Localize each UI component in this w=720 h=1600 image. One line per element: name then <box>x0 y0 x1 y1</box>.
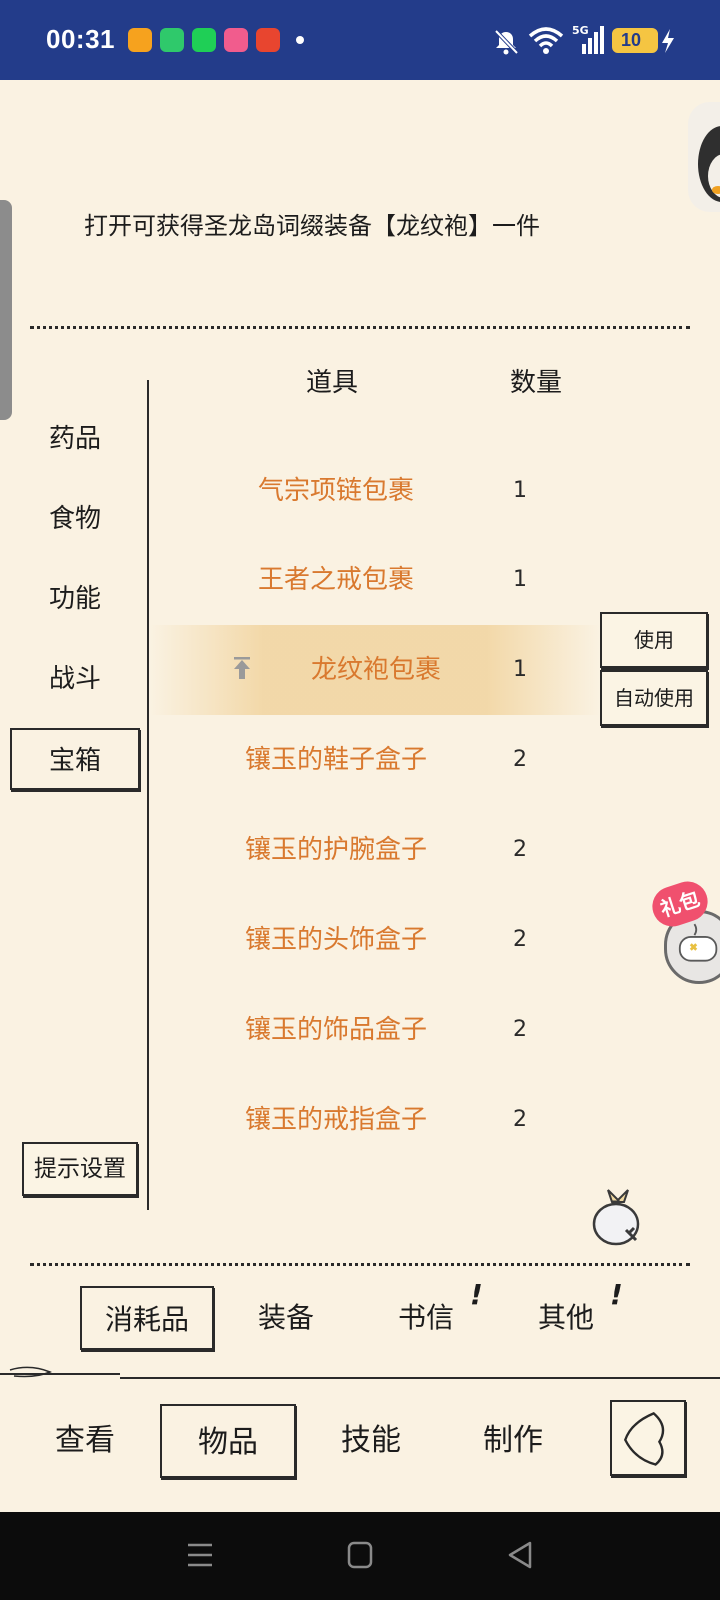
item-name: 镶玉的护腕盒子 <box>244 835 427 865</box>
system-navigation-bar <box>0 1512 720 1600</box>
sidebar-divider <box>147 380 149 1210</box>
nav-items[interactable]: 物品 <box>160 1404 296 1478</box>
game-app-icon <box>256 28 280 52</box>
system-back-icon[interactable] <box>506 1540 534 1570</box>
item-quantity: 1 <box>513 567 527 592</box>
bottom-divider <box>30 1263 690 1266</box>
list-item-selected[interactable]: 龙纹袍包裹 1 <box>150 625 600 715</box>
loot-bag-icon[interactable] <box>590 1184 646 1248</box>
back-button[interactable] <box>610 1400 686 1476</box>
tab-equipment[interactable]: 装备 <box>246 1286 326 1350</box>
item-quantity: 1 <box>513 657 527 682</box>
brush-stroke-divider <box>0 1366 720 1379</box>
item-quantity: 1 <box>513 478 527 503</box>
tab-letters[interactable]: 书信 <box>386 1286 466 1350</box>
partial-list-item: ▀▀▀▀▀▀▀▀▀ <box>150 400 600 445</box>
bilibili-app-icon <box>224 28 248 52</box>
store-app-icon <box>192 28 216 52</box>
column-header-item: 道具 <box>306 368 359 398</box>
list-item[interactable]: 镶玉的护腕盒子 2 <box>150 805 600 895</box>
item-name: 镶玉的头饰盒子 <box>244 925 427 955</box>
item-name: 王者之戒包裹 <box>257 565 414 595</box>
category-combat[interactable]: 战斗 <box>10 648 140 710</box>
status-time: 00:31 <box>46 24 115 54</box>
item-description: 打开可获得圣龙岛词缀装备【龙纹袍】一件 <box>84 212 540 240</box>
message-app-icon <box>160 28 184 52</box>
item-quantity: 2 <box>513 837 527 862</box>
wifi-icon <box>528 27 564 54</box>
home-icon[interactable] <box>346 1540 374 1570</box>
item-name: 镶玉的鞋子盒子 <box>244 745 427 775</box>
list-item[interactable]: 镶玉的鞋子盒子 2 <box>150 715 600 805</box>
category-treasure-chest[interactable]: 宝箱 <box>10 728 140 790</box>
list-item[interactable]: 镶玉的戒指盒子 2 <box>150 1075 600 1165</box>
use-button[interactable]: 使用 <box>600 612 708 668</box>
nav-skills[interactable]: 技能 <box>326 1404 416 1478</box>
list-item[interactable]: 镶玉的饰品盒子 2 <box>150 985 600 1075</box>
status-bar: 00:31 5G 10 <box>0 0 720 80</box>
more-notifications-icon <box>296 36 304 44</box>
battery-level: 10 <box>620 30 642 50</box>
item-name: 镶玉的饰品盒子 <box>244 1015 427 1045</box>
list-item[interactable]: 气宗项链包裹 1 <box>150 446 600 536</box>
charging-icon <box>662 29 674 53</box>
network-type-label: 5G <box>572 24 589 37</box>
item-list[interactable]: ▀▀▀▀▀▀▀▀▀ 气宗项链包裹 1 王者之戒包裹 1 龙纹袍包裹 1 镶玉的鞋… <box>150 400 600 1190</box>
menu-icon[interactable] <box>186 1540 214 1570</box>
item-quantity: 2 <box>513 1017 527 1042</box>
tab-other[interactable]: 其他 <box>526 1286 606 1350</box>
list-item[interactable]: 镶玉的头饰盒子 2 <box>150 895 600 985</box>
hint-settings-button[interactable]: 提示设置 <box>22 1142 138 1196</box>
letters-alert-icon: ! <box>470 1278 483 1311</box>
nav-crafting[interactable]: 制作 <box>468 1404 558 1478</box>
auto-use-button[interactable]: 自动使用 <box>600 670 708 726</box>
item-quantity: 2 <box>513 747 527 772</box>
category-function[interactable]: 功能 <box>10 568 140 630</box>
item-quantity: 2 <box>513 927 527 952</box>
column-header-quantity: 数量 <box>510 368 563 398</box>
category-medicine[interactable]: 药品 <box>10 408 140 470</box>
item-name: 镶玉的戒指盒子 <box>244 1105 427 1135</box>
floating-assistant-icon[interactable] <box>688 102 720 212</box>
item-name: 气宗项链包裹 <box>257 476 414 506</box>
category-food[interactable]: 食物 <box>10 488 140 550</box>
video-app-icon <box>128 28 152 52</box>
list-item[interactable]: 王者之戒包裹 1 <box>150 535 600 625</box>
item-quantity: 2 <box>513 1107 527 1132</box>
muted-bell-icon <box>494 29 519 55</box>
other-alert-icon: ! <box>610 1278 623 1311</box>
top-divider <box>30 326 690 329</box>
back-arrow-icon <box>623 1411 665 1466</box>
side-drawer-handle[interactable] <box>0 200 12 420</box>
tab-consumables[interactable]: 消耗品 <box>80 1286 214 1350</box>
nav-view[interactable]: 查看 <box>40 1404 130 1478</box>
